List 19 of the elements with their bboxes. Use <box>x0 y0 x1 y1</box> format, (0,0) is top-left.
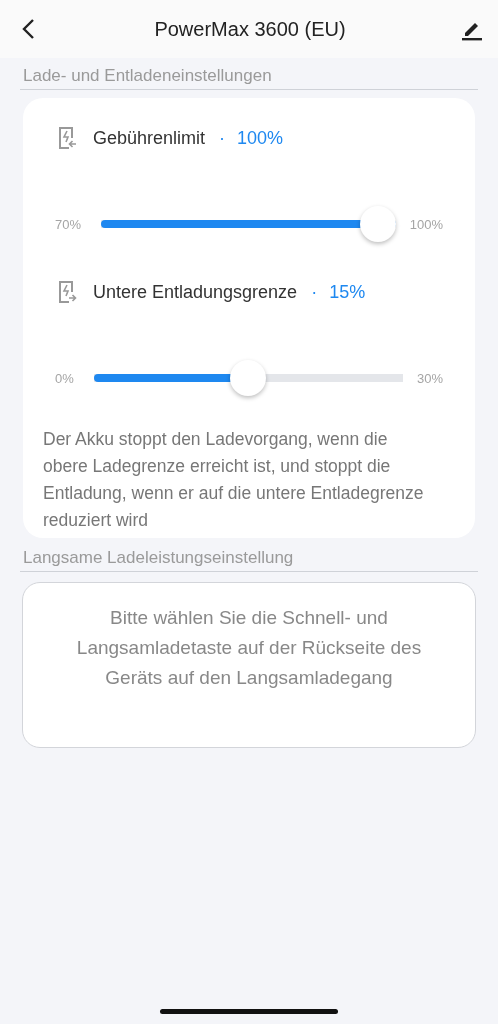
limit-value: 100% <box>237 127 284 149</box>
screen-title: PowerMax 3600 (EU) <box>154 17 346 41</box>
slider-thumb[interactable] <box>359 206 396 242</box>
limit-label: Gebührenlimit <box>93 127 206 149</box>
battery-bolt-icon <box>57 280 77 304</box>
separator-dot: · <box>219 127 226 149</box>
min-label: 0% <box>55 370 74 386</box>
max-label: 30% <box>416 370 443 386</box>
separator-dot: · <box>311 281 318 303</box>
section-title: Langsame Ladeleistungseinstellung <box>20 548 478 572</box>
max-label: 100% <box>409 216 443 232</box>
slider-thumb[interactable] <box>230 360 267 396</box>
limit-label: Untere Entladungsgrenze <box>93 281 298 303</box>
battery-bolt-icon <box>57 126 77 150</box>
message-text: Bitte wählen Sie die Schnell- und Langsamladetaste auf der Rückseite des Geräts auf den Langsamladegang <box>75 606 423 690</box>
limit-value: 15% <box>329 281 366 303</box>
min-label: 70% <box>55 216 82 232</box>
section-title: Lade- und Entladeneinstellungen <box>20 66 478 90</box>
note-text: Der Akku stoppt den Ladevorgang, wenn die obere Ladegrenze erreicht ist, und stoppt die Entladung, wenn er auf die untere Entladegrenze reduziert wird <box>43 428 425 532</box>
